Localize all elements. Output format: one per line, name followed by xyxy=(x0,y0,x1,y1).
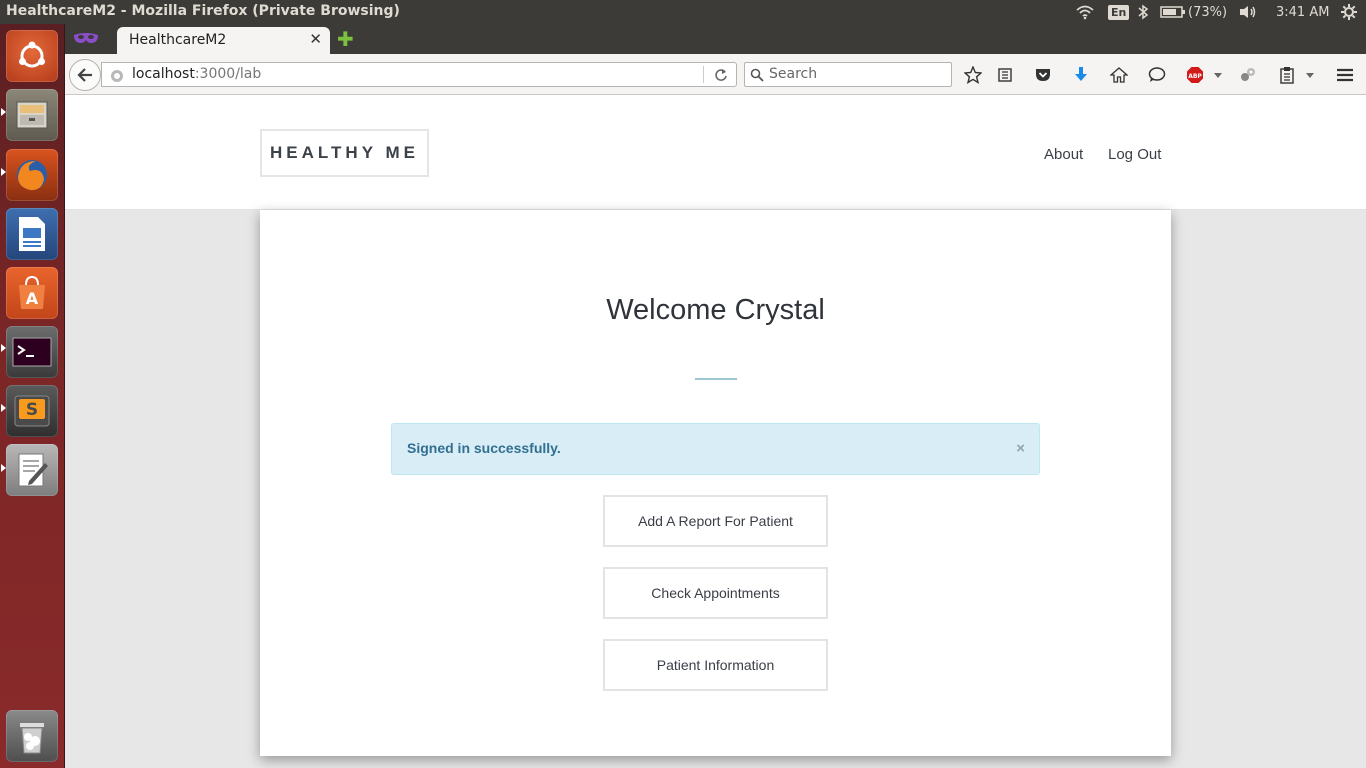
back-arrow-icon xyxy=(77,68,92,82)
bookmark-star-icon[interactable] xyxy=(963,65,983,85)
search-placeholder: Search xyxy=(769,66,818,82)
launcher-trash[interactable] xyxy=(6,710,58,762)
text-editor-icon xyxy=(18,453,48,487)
url-path: :3000/lab xyxy=(194,66,262,82)
file-cabinet-icon xyxy=(16,101,48,129)
clock-time: 3:41 AM xyxy=(1276,4,1330,20)
browser-tab-strip: HealthcareM2 ✕ ✚ xyxy=(65,24,1366,54)
battery-icon xyxy=(1160,6,1185,18)
window-title: HealthcareM2 - Mozilla Firefox (Private … xyxy=(6,3,400,19)
language-badge: En xyxy=(1108,4,1130,20)
clock[interactable]: 3:41 AM xyxy=(1276,0,1329,24)
url-bar-separator xyxy=(703,66,704,83)
back-button[interactable] xyxy=(69,59,101,91)
home-icon[interactable] xyxy=(1109,65,1129,85)
launcher-files[interactable] xyxy=(6,89,58,141)
heading-divider xyxy=(695,378,737,380)
pocket-icon[interactable] xyxy=(1033,65,1053,85)
battery-indicator[interactable]: (73%) xyxy=(1160,0,1227,24)
alert-close-icon[interactable]: × xyxy=(1016,441,1025,456)
page-title: Welcome Crystal xyxy=(606,294,825,326)
shopping-bag-icon: A xyxy=(19,275,45,309)
flash-alert: Signed in successfully. × xyxy=(391,423,1040,475)
nav-link-logout[interactable]: Log Out xyxy=(1108,146,1161,163)
system-top-panel: HealthcareM2 - Mozilla Firefox (Private … xyxy=(0,0,1366,24)
sublime-text-icon: S xyxy=(14,395,50,427)
main-card: Welcome Crystal Signed in successfully. … xyxy=(260,210,1171,756)
new-tab-plus-icon[interactable]: ✚ xyxy=(337,29,354,49)
document-writer-icon xyxy=(19,217,45,251)
svg-text:ABP: ABP xyxy=(1188,73,1202,80)
chat-bubble-icon[interactable] xyxy=(1147,65,1167,85)
nav-link-about[interactable]: About xyxy=(1044,146,1083,163)
url-bar[interactable]: localhost:3000/lab xyxy=(101,62,737,87)
alert-message: Signed in successfully. xyxy=(407,440,561,456)
hamburger-menu-icon[interactable] xyxy=(1335,65,1355,85)
launcher-sublime-text[interactable]: S xyxy=(6,385,58,437)
page-viewport: HEALTHY ME About Log Out Welcome Crystal… xyxy=(65,95,1366,768)
patient-information-button[interactable]: Patient Information xyxy=(603,639,828,691)
battery-percent: (73%) xyxy=(1188,4,1228,20)
url-host: localhost xyxy=(132,66,195,82)
launcher-terminal[interactable] xyxy=(6,326,58,378)
adblock-plus-icon[interactable]: ABP xyxy=(1185,65,1205,85)
adblock-dropdown-chevron-icon[interactable] xyxy=(1208,65,1228,85)
launcher-software-center[interactable]: A xyxy=(6,267,58,319)
unity-launcher: A S xyxy=(0,24,65,768)
svg-text:A: A xyxy=(26,289,39,308)
url-text[interactable]: localhost:3000/lab xyxy=(132,66,261,82)
firefox-icon xyxy=(17,160,47,191)
tab-close-icon[interactable]: ✕ xyxy=(309,30,322,48)
private-browsing-mask-icon xyxy=(73,30,99,49)
volume-icon[interactable] xyxy=(1238,0,1258,24)
tab-title: HealthcareM2 xyxy=(129,32,227,48)
bookmarks-menu-icon[interactable] xyxy=(995,65,1015,85)
extension-tools-icon[interactable] xyxy=(1238,65,1258,85)
bluetooth-icon[interactable] xyxy=(1137,0,1149,24)
search-input[interactable]: Search xyxy=(744,62,952,87)
launcher-text-editor[interactable] xyxy=(6,444,58,496)
globe-icon[interactable] xyxy=(110,68,124,87)
trash-icon xyxy=(20,723,44,754)
launcher-libreoffice-writer[interactable] xyxy=(6,208,58,260)
clipboard-icon[interactable] xyxy=(1277,65,1297,85)
search-icon xyxy=(750,67,764,86)
brand-logo[interactable]: HEALTHY ME xyxy=(260,129,429,177)
reload-icon[interactable] xyxy=(714,67,728,86)
brand-text: HEALTHY ME xyxy=(270,143,419,162)
keyboard-language-indicator[interactable]: En xyxy=(1108,0,1130,24)
wifi-icon[interactable] xyxy=(1075,0,1095,24)
launcher-firefox[interactable] xyxy=(6,149,58,201)
svg-text:S: S xyxy=(26,400,38,420)
terminal-icon xyxy=(12,337,52,367)
browser-navigation-bar: localhost:3000/lab Search ABP xyxy=(65,54,1366,95)
ubuntu-logo-icon xyxy=(19,41,45,68)
downloads-arrow-icon[interactable] xyxy=(1071,65,1091,85)
check-appointments-button[interactable]: Check Appointments xyxy=(603,567,828,619)
launcher-ubuntu-dash[interactable] xyxy=(6,30,58,82)
tab-healthcarem2[interactable]: HealthcareM2 ✕ xyxy=(117,27,330,54)
session-gear-icon[interactable] xyxy=(1340,0,1358,24)
clipboard-dropdown-chevron-icon[interactable] xyxy=(1300,65,1320,85)
add-report-button[interactable]: Add A Report For Patient xyxy=(603,495,828,547)
site-header: HEALTHY ME About Log Out xyxy=(65,95,1366,210)
